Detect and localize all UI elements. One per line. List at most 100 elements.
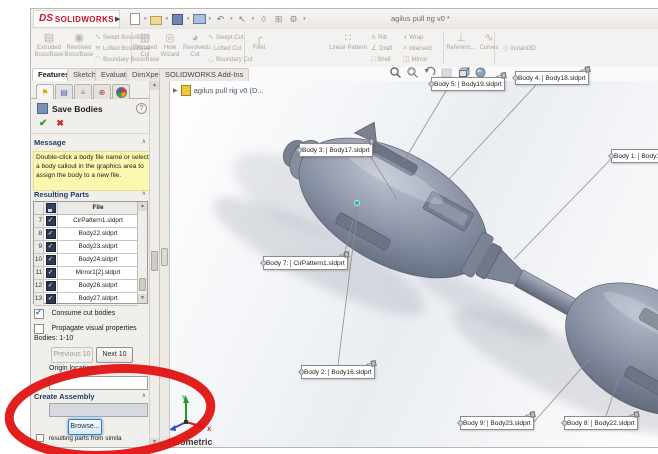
callout-body-7[interactable]: Body 7: CirPattern1.sldprt (263, 256, 348, 270)
checkbox-icon[interactable] (36, 434, 44, 442)
origin-location-input[interactable] (49, 376, 148, 390)
lofted-cut-button[interactable]: ≈ Lofted Cut (208, 43, 242, 54)
checkbox-icon[interactable] (34, 323, 44, 334)
collapse-chevron-icon[interactable]: ∧ (142, 190, 146, 197)
collapse-chevron-icon[interactable]: ∧ (142, 138, 146, 145)
undo-icon[interactable]: ↶ (214, 13, 227, 26)
revolved-cut-button[interactable]: ◕ Revolved Cut (183, 32, 208, 59)
callout-body-1[interactable]: Body 1:Body1 (611, 149, 658, 163)
scrollbar-thumb[interactable] (151, 251, 158, 271)
table-row[interactable]: 7 ✓ CirPattern1.sldprt (34, 215, 138, 228)
undo-dropdown-icon[interactable]: ▾ (230, 16, 233, 22)
select-cursor-icon[interactable]: ↖ (236, 13, 249, 26)
panel-splitter[interactable] (159, 81, 170, 447)
checkbox-icon[interactable] (34, 307, 44, 319)
swept-cut-button[interactable]: ∿ Swept Cut (208, 32, 244, 43)
table-row[interactable]: 12 ✓ Body26.sldprt (34, 280, 138, 293)
resulting-parts-group-header[interactable]: Resulting Parts (34, 190, 147, 199)
featuremanager-tab[interactable]: ⚑ (36, 84, 54, 99)
scroll-up-icon[interactable]: ▲ (138, 202, 147, 211)
scrollbar-thumb[interactable] (139, 278, 146, 291)
table-scrollbar[interactable]: ▲ ▼ (137, 202, 147, 303)
message-group-header[interactable]: Message (34, 138, 147, 147)
pushpin-icon[interactable] (363, 137, 374, 145)
splitter-grip[interactable] (161, 248, 168, 266)
scroll-down-icon[interactable]: ▼ (138, 294, 147, 303)
graphics-area[interactable] (169, 81, 658, 447)
row-save-checkbox[interactable]: ✓ (45, 294, 56, 304)
fillet-button[interactable]: ╭ Fillet (246, 32, 272, 52)
configurationmanager-tab[interactable]: ≡ (74, 84, 92, 99)
linear-pattern-button[interactable]: ∷ Linear Pattern (323, 32, 373, 52)
row-save-checkbox[interactable]: ✓ (45, 268, 56, 278)
zoom-fit-icon[interactable] (389, 66, 402, 79)
dimxpertmanager-tab[interactable]: ⊕ (93, 84, 111, 99)
callout-body-3[interactable]: Body 3: Body17.sldprt (299, 143, 373, 157)
mirror-button[interactable]: ◫ Mirror (403, 54, 427, 65)
callout-body-9[interactable]: Body 9: Body23.sldprt (460, 416, 534, 430)
new-dropdown-icon[interactable]: ▾ (144, 16, 147, 22)
row-save-checkbox[interactable]: ✓ (45, 281, 56, 291)
row-save-checkbox[interactable]: ✓ (45, 242, 56, 252)
shell-button[interactable]: □ Shell (371, 54, 391, 65)
reference-geometry-button[interactable]: ⊥ Referenc... (445, 32, 477, 52)
displaymanager-tab[interactable] (112, 84, 130, 99)
appearance-icon[interactable]: ◊ (257, 13, 270, 26)
pushpin-icon[interactable] (579, 65, 590, 73)
menu-expand-icon[interactable]: ▶ (115, 15, 120, 23)
row-save-checkbox[interactable]: ✓ (45, 229, 56, 239)
options-gear-icon[interactable]: ⚙ (287, 13, 300, 26)
help-icon[interactable]: ? (136, 103, 147, 114)
intersect-button[interactable]: × Intersect (403, 43, 432, 54)
scroll-down-icon[interactable]: ▼ (150, 438, 159, 447)
callout-body-8[interactable]: Body 8: Body22.sldprt (564, 416, 638, 430)
draft-button[interactable]: ∠ Draft (371, 43, 392, 54)
propertymanager-tab[interactable]: ▤ (55, 84, 73, 99)
open-icon[interactable] (150, 13, 163, 26)
revolved-boss-button[interactable]: ◉ Revolved Boss/Base (64, 32, 94, 59)
scroll-up-icon[interactable]: ▲ (150, 81, 159, 90)
assembly-file-input[interactable] (49, 403, 148, 417)
table-row[interactable]: 8 ✓ Body22.sldprt (34, 228, 138, 241)
select-dropdown-icon[interactable]: ▾ (252, 16, 255, 22)
new-document-icon[interactable] (128, 13, 141, 26)
rib-button[interactable]: ∧ Rib (371, 32, 387, 43)
pushpin-icon[interactable] (365, 359, 376, 367)
ok-button[interactable]: ✔ (39, 118, 47, 129)
curves-button[interactable]: ∿ Curves (477, 32, 501, 52)
tree-expand-icon[interactable]: ▶ (173, 87, 178, 94)
browse-button[interactable]: Browse... (68, 419, 102, 435)
options-dropdown-icon[interactable]: ▾ (303, 16, 306, 22)
table-row[interactable]: 9 ✓ Body23.sldprt (34, 241, 138, 254)
tab-solidworks-addins[interactable]: SOLIDWORKS Add-Ins (159, 68, 250, 82)
create-assembly-group-header[interactable]: Create Assembly (34, 392, 147, 401)
callout-body-2[interactable]: Body 2: Body16.sldprt (301, 365, 375, 379)
next-10-button[interactable]: Next 10 (96, 347, 133, 363)
extruded-cut-button[interactable]: ▥ Extruded Cut (133, 32, 157, 59)
sheet-grid-icon[interactable]: ⊞ (272, 13, 285, 26)
row-save-checkbox[interactable]: ✓ (45, 216, 56, 226)
zoom-area-icon[interactable] (406, 66, 419, 79)
pushpin-icon[interactable] (524, 410, 535, 418)
flyout-feature-tree[interactable]: ▶ agilus pull rig v0 (D... (173, 85, 264, 96)
boundary-cut-button[interactable]: ◡ Boundary Cut (208, 54, 253, 65)
previous-10-button[interactable]: Previous 10 (51, 347, 93, 363)
save-dropdown-icon[interactable]: ▾ (187, 16, 190, 22)
callout-body-4[interactable]: Body 4: Body18.sldprt (515, 71, 589, 85)
print-icon[interactable] (192, 13, 206, 26)
collapse-chevron-icon[interactable]: ∧ (142, 392, 146, 399)
cancel-button[interactable]: ✖ (56, 118, 64, 129)
panel-scrollbar[interactable]: ▲ ▼ (149, 81, 159, 447)
callout-body-5[interactable]: Body 5: Body19.sldprt (431, 77, 505, 91)
wrap-button[interactable]: ◖ Wrap (403, 32, 423, 43)
flyout-tree-label[interactable]: agilus pull rig v0 (D... (194, 86, 264, 95)
save-icon[interactable] (171, 13, 184, 26)
hole-wizard-button[interactable]: ◎ Hole Wizard (158, 32, 182, 59)
table-row[interactable]: 11 ✓ Mirror1[2].sldprt (34, 267, 138, 280)
row-save-checkbox[interactable]: ✓ (45, 255, 56, 265)
extruded-boss-button[interactable]: ▤ Extruded Boss/Base (34, 32, 64, 59)
print-dropdown-icon[interactable]: ▾ (209, 16, 212, 22)
pushpin-icon[interactable] (338, 250, 349, 258)
pushpin-icon[interactable] (628, 410, 639, 418)
open-dropdown-icon[interactable]: ▾ (166, 16, 169, 22)
